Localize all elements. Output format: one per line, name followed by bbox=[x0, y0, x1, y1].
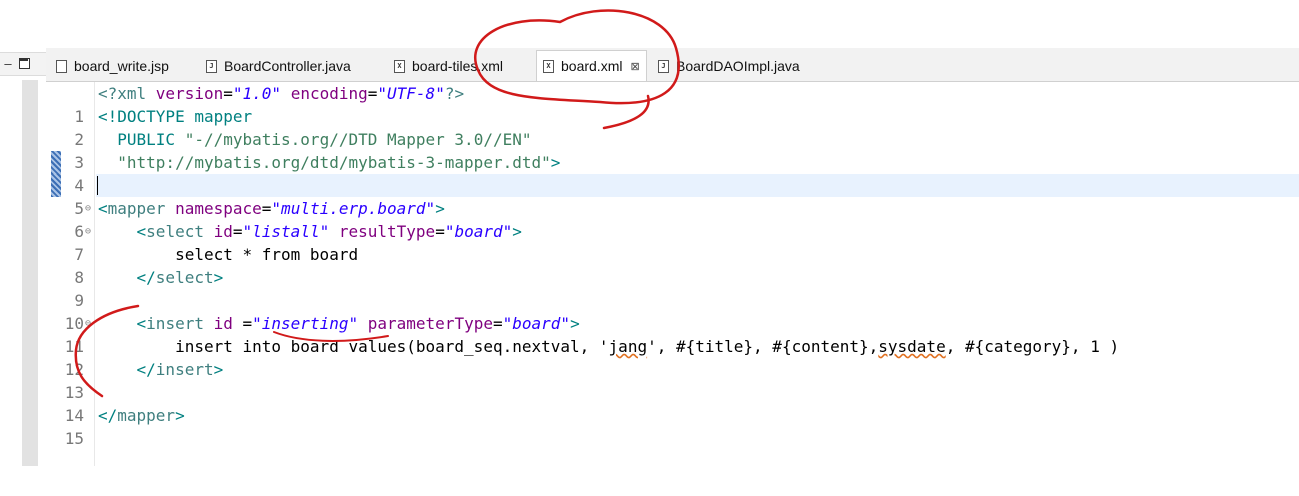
code-line: 11 ⊖ <insert id ="inserting" parameterTy… bbox=[46, 312, 580, 356]
left-panel: – bbox=[0, 0, 46, 466]
line-text: PUBLIC "-//mybatis.org//DTD Mapper 3.0//… bbox=[98, 130, 532, 149]
code-line: 7 ⊖ <select id="listall" resultType="boa… bbox=[46, 220, 522, 264]
code-line: 2 <!DOCTYPE mapper bbox=[46, 105, 252, 149]
java-file-icon: J bbox=[206, 59, 217, 73]
code-line: 13 </insert> bbox=[46, 358, 224, 402]
code-line: 1 <?xml version="1.0" encoding="UTF-8"?> bbox=[46, 82, 464, 126]
code-line: 6 ⊖ <mapper namespace="multi.erp.board"> bbox=[46, 197, 444, 241]
code-line: 3 PUBLIC "-//mybatis.org//DTD Mapper 3.0… bbox=[46, 128, 531, 172]
maximize-icon[interactable] bbox=[19, 58, 30, 69]
minimize-icon[interactable]: – bbox=[2, 57, 14, 71]
code-line: 9 </select> bbox=[46, 266, 223, 310]
line-text: <mapper namespace="multi.erp.board"> bbox=[98, 199, 445, 218]
line-text: select * from board bbox=[98, 245, 359, 264]
close-icon[interactable]: ⊠ bbox=[630, 60, 639, 73]
xml-file-icon: X bbox=[543, 59, 554, 73]
code-line: 15 </mapper> bbox=[46, 404, 185, 448]
tab-board-xml[interactable]: X board.xml ⊠ bbox=[536, 50, 647, 81]
line-text: <select id="listall" resultType="board"> bbox=[98, 222, 522, 241]
code-line: 14 bbox=[46, 381, 104, 425]
side-scrollbar[interactable] bbox=[22, 80, 38, 466]
line-text: </mapper> bbox=[98, 406, 185, 425]
fold-toggle-icon[interactable]: ⊖ bbox=[85, 197, 91, 220]
code-line: 5 bbox=[46, 174, 104, 218]
tab-label: board.xml bbox=[561, 58, 623, 74]
line-text: <?xml version="1.0" encoding="UTF-8"?> bbox=[98, 84, 465, 103]
jsp-file-icon bbox=[56, 59, 67, 73]
view-controls: – bbox=[0, 52, 46, 76]
tab-label: board-tiles.xml bbox=[412, 58, 504, 74]
tab-label: board_write.jsp bbox=[74, 58, 169, 74]
tab-label: BoardController.java bbox=[224, 58, 351, 74]
tab-board-write-jsp[interactable]: board_write.jsp bbox=[56, 53, 169, 79]
fold-toggle-icon[interactable]: ⊖ bbox=[85, 312, 91, 335]
tab-board-tiles-xml[interactable]: X board-tiles.xml bbox=[394, 53, 503, 79]
current-line-highlight bbox=[96, 174, 1299, 197]
code-line: 12 insert into board values(board_seq.ne… bbox=[46, 335, 1119, 379]
tab-boardcontroller-java[interactable]: J BoardController.java bbox=[206, 53, 351, 79]
line-text: </select> bbox=[98, 268, 224, 287]
tab-boarddaoimpl-java[interactable]: J BoardDAOImpl.java bbox=[658, 53, 800, 79]
code-line: 4 "http://mybatis.org/dtd/mybatis-3-mapp… bbox=[46, 151, 560, 195]
editor-tab-bar: board_write.jsp J BoardController.java X… bbox=[46, 48, 1299, 82]
line-text: "http://mybatis.org/dtd/mybatis-3-mapper… bbox=[117, 153, 561, 172]
tab-label: BoardDAOImpl.java bbox=[676, 58, 800, 74]
line-text: <insert id ="inserting" parameterType="b… bbox=[98, 314, 580, 333]
code-editor[interactable]: 1 <?xml version="1.0" encoding="UTF-8"?>… bbox=[46, 82, 1299, 466]
line-text: <!DOCTYPE mapper bbox=[98, 107, 253, 126]
line-text: insert into board values(board_seq.nextv… bbox=[98, 337, 1120, 356]
line-number: 15 bbox=[64, 429, 84, 448]
xml-file-icon: X bbox=[394, 59, 405, 73]
code-line: 8 select * from board bbox=[46, 243, 358, 287]
fold-toggle-icon[interactable]: ⊖ bbox=[85, 220, 91, 243]
java-file-icon: J bbox=[658, 59, 669, 73]
code-line: 10 bbox=[46, 289, 104, 333]
line-text: </insert> bbox=[98, 360, 224, 379]
